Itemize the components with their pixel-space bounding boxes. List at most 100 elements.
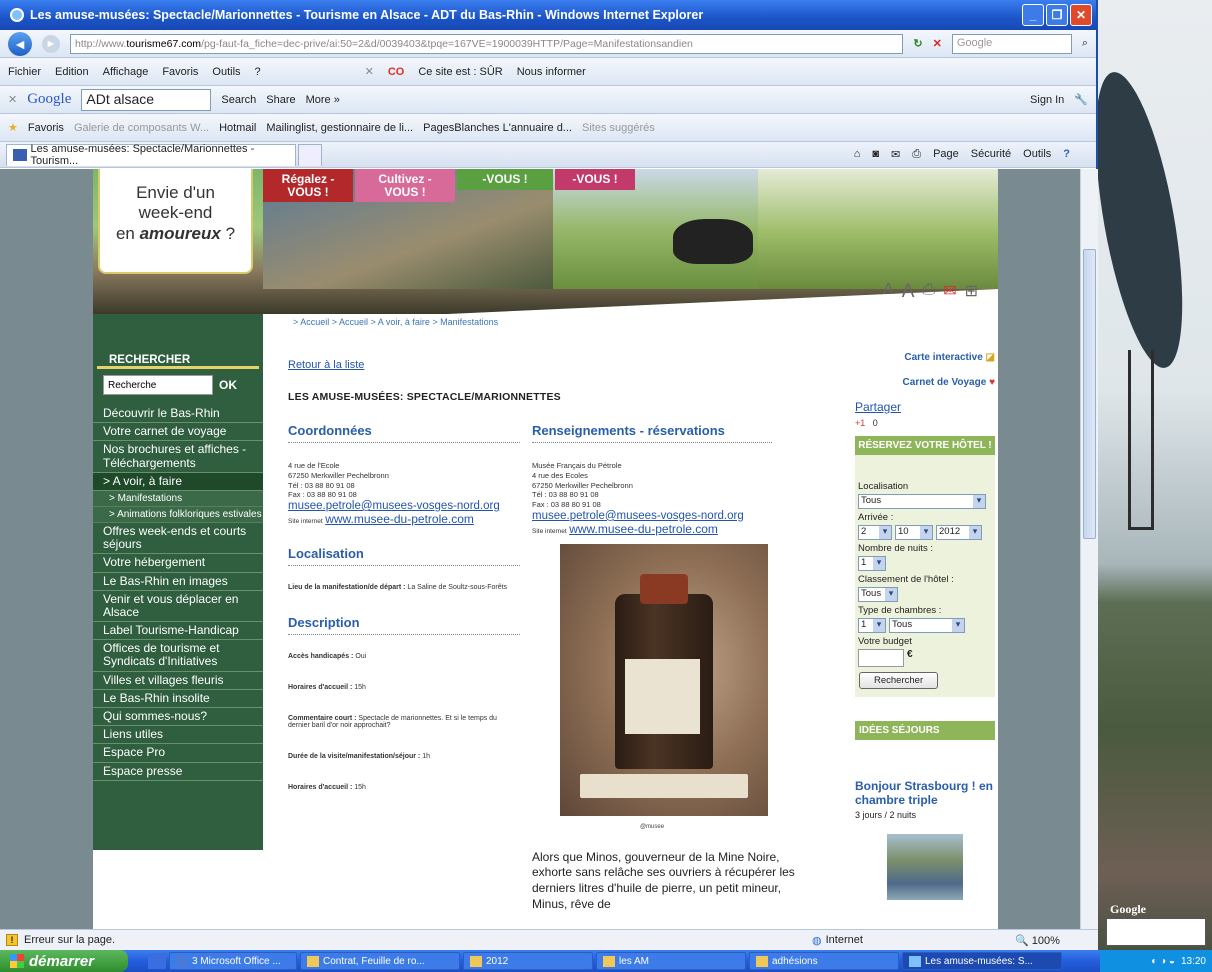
help-icon[interactable]: ? [1063, 148, 1070, 161]
home-icon[interactable]: ⌂ [854, 148, 861, 161]
sidebar-item-villes[interactable]: Villes et villages fleuris [93, 672, 263, 690]
info-email-link[interactable]: musee.petrole@musees-vosges-nord.org [532, 510, 772, 522]
close-google-bar-icon[interactable]: ✕ [8, 93, 17, 106]
warning-icon[interactable]: ! [6, 934, 18, 946]
sidebar-subitem-animations[interactable]: > Animations folkloriques estivales [93, 506, 263, 523]
favorite-item[interactable]: Hotmail [219, 122, 256, 134]
favorite-item[interactable]: Galerie de composants W... [74, 122, 209, 134]
feeds-icon[interactable]: ◙ [872, 148, 879, 161]
close-toolbar-icon[interactable]: ✕ [365, 65, 374, 78]
sidebar-search-input[interactable] [103, 375, 213, 395]
menu-edition[interactable]: Edition [55, 66, 89, 78]
address-bar[interactable]: http://www. tourisme67.com/pg-faut-fa_fic… [70, 33, 904, 54]
close-button[interactable]: ✕ [1070, 4, 1092, 26]
new-tab[interactable] [298, 143, 322, 166]
sitemap-icon[interactable]: ⊞ [965, 281, 978, 303]
desktop-search-widget[interactable] [1106, 918, 1206, 946]
sidebar-search-ok-button[interactable]: OK [219, 378, 237, 392]
back-to-list-link[interactable]: Retour à la liste [288, 359, 364, 371]
travel-book-link[interactable]: Carnet de Voyage ♥ [855, 377, 995, 388]
menu-affichage[interactable]: Affichage [103, 66, 149, 78]
share-link[interactable]: Partager [855, 400, 995, 414]
banner-label-4[interactable]: -VOUS ! [555, 169, 635, 190]
sidebar-item-insolite[interactable]: Le Bas-Rhin insolite [93, 690, 263, 708]
sidebar-item-presse[interactable]: Espace presse [93, 763, 263, 781]
sidebar-item-hebergement[interactable]: Votre hébergement [93, 554, 263, 573]
inform-link[interactable]: Nous informer [517, 66, 586, 78]
zoom-level[interactable]: 🔍 100% [1015, 934, 1060, 947]
interactive-map-link[interactable]: Carte interactive ◪ [855, 352, 995, 363]
stop-icon[interactable]: ✕ [933, 37, 942, 50]
refresh-icon[interactable]: ↻ [913, 37, 922, 50]
promo-offer-link[interactable]: Bonjour Strasbourg ! en chambre triple 3… [855, 779, 995, 820]
tray-icons[interactable]: ◐ ◑ ◒ [1151, 956, 1175, 967]
taskbar-item[interactable]: Contrat, Feuille de ro... [300, 952, 460, 970]
google-search-input[interactable]: ADt alsace [81, 88, 212, 111]
location-select[interactable]: Tous [858, 494, 986, 509]
more-button[interactable]: More » [306, 94, 340, 106]
print-icon[interactable]: ⎙ [912, 148, 921, 161]
info-website-link[interactable]: www.musee-du-petrole.com [569, 522, 718, 536]
breadcrumb[interactable]: > Accueil > Accueil > A voir, à faire > … [293, 317, 498, 327]
contact-email-link[interactable]: musee.petrole@musees-vosges-nord.org [288, 500, 520, 512]
safety-status[interactable]: Ce site est : SÛR [418, 66, 502, 78]
favorite-item[interactable]: Sites suggérés [582, 122, 655, 134]
text-larger-icon[interactable]: A [902, 281, 915, 303]
text-smaller-icon[interactable]: A [883, 281, 894, 303]
scrollbar-thumb[interactable] [1083, 249, 1096, 539]
search-icon[interactable]: ⌕ [1082, 37, 1088, 50]
tools-menu[interactable]: Outils [1023, 148, 1051, 161]
sidebar-item-decouvrir[interactable]: Découvrir le Bas-Rhin [93, 405, 263, 424]
room-type-select[interactable]: Tous [889, 618, 965, 633]
taskbar-item[interactable]: 3 Microsoft Office ... [169, 952, 297, 970]
sidebar-item-a-voir[interactable]: > A voir, à faire [93, 472, 263, 491]
favorites-label[interactable]: Favoris [28, 122, 64, 134]
budget-input[interactable] [858, 649, 904, 667]
back-button[interactable]: ◄ [8, 31, 32, 56]
arrival-year-select[interactable]: 2012 [936, 525, 982, 540]
sidebar-item-offices[interactable]: Offices de tourisme et Syndicats d'Initi… [93, 640, 263, 672]
arrival-month-select[interactable]: 10 [895, 525, 933, 540]
maximize-button[interactable]: ❐ [1046, 4, 1068, 26]
weekend-promo-card[interactable]: Envie d'un week-end en amoureux ? [98, 169, 253, 274]
banner-label-regalez[interactable]: Régalez -VOUS ! [263, 169, 353, 203]
google-search-button[interactable]: Search [221, 94, 256, 106]
sidebar-item-label[interactable]: Label Tourisme-Handicap [93, 622, 263, 641]
share-button[interactable]: Share [266, 94, 295, 106]
sidebar-item-brochures[interactable]: Nos brochures et affiches - Téléchargeme… [93, 441, 263, 473]
menu-outils[interactable]: Outils [212, 66, 240, 78]
sidebar-item-liens[interactable]: Liens utiles [93, 726, 263, 745]
page-menu[interactable]: Page [933, 148, 959, 161]
hotel-class-select[interactable]: Tous [858, 587, 898, 602]
menu-favoris[interactable]: Favoris [162, 66, 198, 78]
sidebar-item-qui[interactable]: Qui sommes-nous? [93, 708, 263, 727]
sidebar-item-carnet[interactable]: Votre carnet de voyage [93, 423, 263, 442]
sidebar-item-images[interactable]: Le Bas-Rhin en images [93, 573, 263, 591]
tab-current[interactable]: Les amuse-musées: Spectacle/Marionnettes… [6, 143, 296, 167]
strasbourg-thumbnail[interactable] [887, 833, 963, 900]
start-button[interactable]: démarrer [0, 950, 128, 972]
sign-in-link[interactable]: Sign In [1030, 94, 1064, 106]
taskbar-item[interactable]: 2012 [463, 952, 593, 970]
website-link[interactable]: www.musee-du-petrole.com [325, 512, 474, 526]
status-text[interactable]: Erreur sur la page. [24, 934, 115, 946]
arrival-day-select[interactable]: 2 [858, 525, 892, 540]
taskbar-item[interactable]: adhésions [749, 952, 899, 970]
taskbar-item-active[interactable]: Les amuse-musées: S... [902, 952, 1062, 970]
sidebar-subitem-manifestations[interactable]: > Manifestations [93, 490, 263, 507]
print-page-icon[interactable]: ⎙ [922, 281, 935, 303]
favorite-item[interactable]: Mailinglist, gestionnaire de li... [266, 122, 413, 134]
sidebar-item-venir[interactable]: Venir et vous déplacer en Alsace [93, 591, 263, 623]
search-box[interactable]: Google [951, 33, 1072, 54]
security-menu[interactable]: Sécurité [971, 148, 1011, 161]
sidebar-item-offres[interactable]: Offres week-ends et courts séjours [93, 523, 263, 555]
gplus-widget[interactable]: +1 0 [855, 418, 995, 428]
send-page-icon[interactable]: ✉ [943, 281, 956, 303]
clock[interactable]: 13:20 [1181, 956, 1206, 967]
menu-help[interactable]: ? [255, 66, 261, 78]
wrench-icon[interactable]: 🔧 [1074, 93, 1088, 106]
menu-fichier[interactable]: Fichier [8, 66, 41, 78]
search-hotel-button[interactable]: Rechercher [859, 672, 939, 689]
mail-icon[interactable]: ✉ [891, 148, 900, 161]
banner-label-3[interactable]: -VOUS ! [457, 169, 553, 190]
